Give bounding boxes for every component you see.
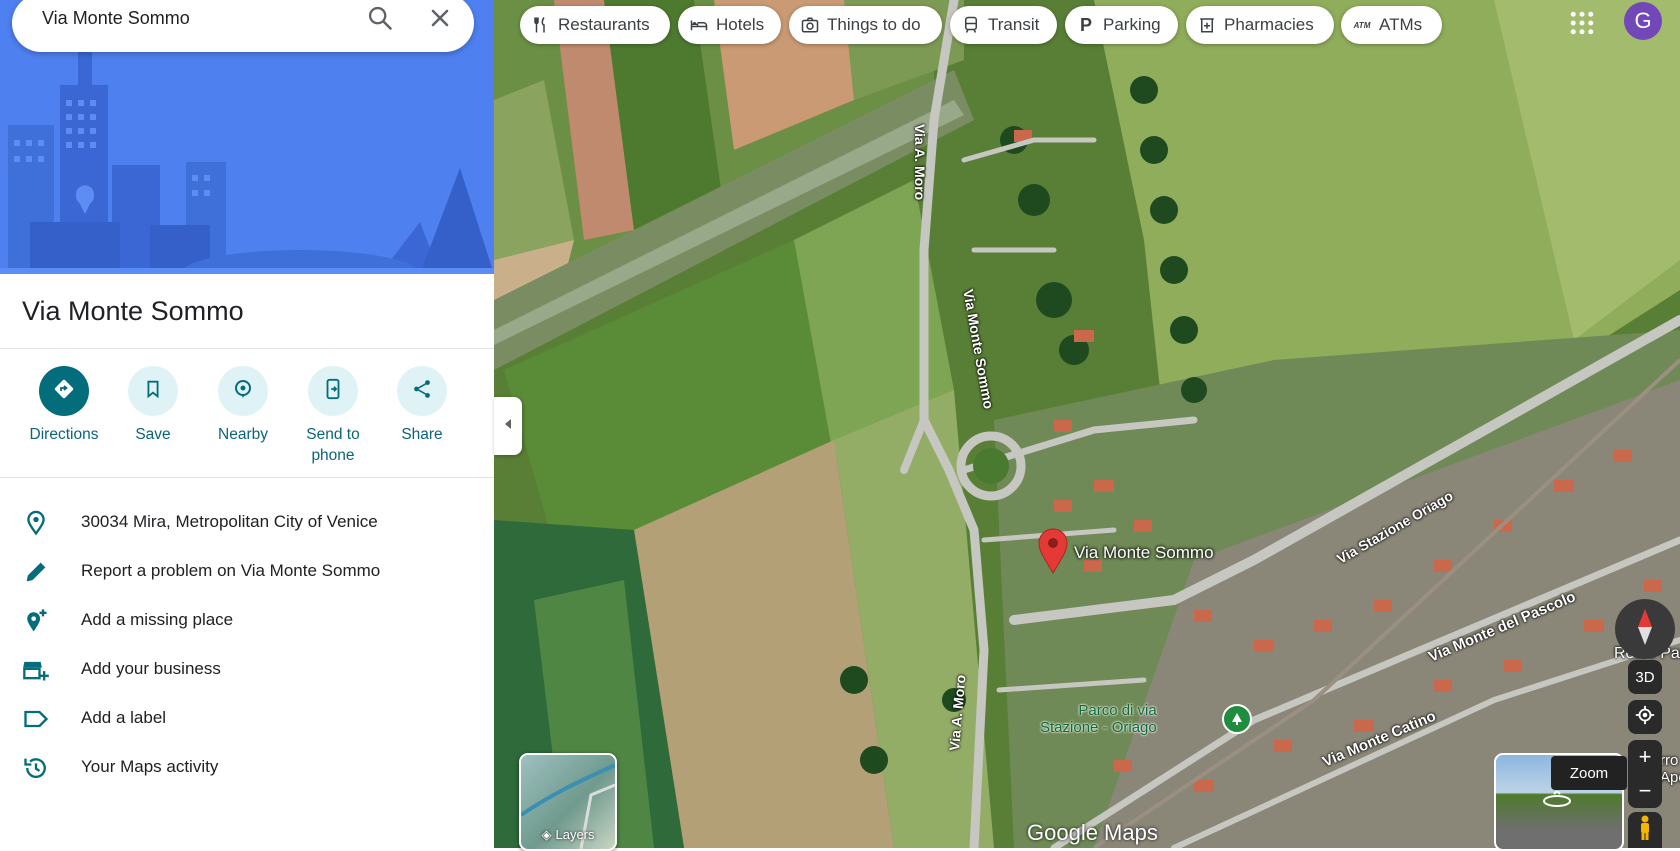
layers-button[interactable]: ◈ Layers bbox=[519, 753, 617, 851]
zoom-tooltip: Zoom bbox=[1551, 756, 1627, 790]
layers-icon: ◈ bbox=[541, 827, 552, 842]
history-icon bbox=[22, 754, 50, 782]
rotate-360-icon bbox=[1542, 789, 1572, 816]
pin-label[interactable]: Via Monte Sommo bbox=[1074, 543, 1214, 563]
send-to-phone-button[interactable]: Send to phone bbox=[288, 366, 378, 466]
location-pin-icon bbox=[22, 509, 50, 537]
park-poi[interactable]: Parco di via Stazione - Oriago bbox=[1040, 702, 1157, 736]
chip-label: ATMs bbox=[1379, 15, 1423, 34]
edge-label: rro Apo bbox=[1660, 752, 1680, 786]
my-location-icon bbox=[1634, 704, 1656, 731]
chip-restaurants[interactable]: Restaurants bbox=[520, 6, 670, 44]
compass-icon bbox=[1635, 607, 1655, 652]
address-text: 30034 Mira, Metropolitan City of Venice bbox=[81, 512, 378, 531]
chevron-left-icon bbox=[503, 417, 513, 435]
chip-label: Parking bbox=[1103, 15, 1161, 34]
share-button[interactable]: Share bbox=[377, 366, 467, 445]
fork-knife-icon bbox=[531, 15, 551, 35]
add-missing-place-text: Add a missing place bbox=[81, 610, 234, 629]
action-label: Directions bbox=[29, 426, 99, 443]
action-label: Nearby bbox=[218, 426, 268, 443]
divider bbox=[0, 348, 494, 349]
search-icon[interactable] bbox=[366, 4, 394, 32]
chip-label: Transit bbox=[988, 15, 1040, 34]
zoom-out-button[interactable]: − bbox=[1628, 774, 1662, 808]
chip-pharmacies[interactable]: Pharmacies bbox=[1186, 6, 1334, 44]
add-business-row[interactable]: Add your business bbox=[0, 646, 494, 692]
share-icon bbox=[411, 378, 433, 405]
directions-icon bbox=[52, 377, 76, 406]
report-problem-text: Report a problem on Via Monte Sommo bbox=[81, 561, 381, 580]
chip-label: Pharmacies bbox=[1224, 15, 1314, 34]
address-row[interactable]: 30034 Mira, Metropolitan City of Venice bbox=[0, 499, 494, 545]
bookmark-icon bbox=[142, 378, 164, 405]
maps-activity-row[interactable]: Your Maps activity bbox=[0, 744, 494, 790]
train-icon bbox=[961, 15, 981, 35]
save-button[interactable]: Save bbox=[108, 366, 198, 445]
my-location-button[interactable] bbox=[1628, 700, 1662, 734]
google-maps-logo: Google Maps bbox=[1027, 820, 1158, 845]
chip-hotels[interactable]: Hotels bbox=[678, 6, 781, 44]
camera-icon bbox=[800, 15, 820, 35]
directions-button[interactable]: Directions bbox=[19, 366, 109, 445]
action-label: Share bbox=[401, 426, 443, 443]
search-input[interactable]: Via Monte Sommo bbox=[42, 8, 190, 29]
send-to-phone-icon bbox=[322, 378, 344, 405]
road-label: Via A. Moro bbox=[912, 124, 928, 201]
avatar[interactable]: G bbox=[1624, 2, 1662, 40]
search-box[interactable]: Via Monte Sommo bbox=[12, 0, 474, 52]
action-label: Send to phone bbox=[306, 426, 360, 464]
layers-label: ◈ Layers bbox=[521, 827, 615, 843]
pharmacy-icon bbox=[1197, 15, 1217, 35]
layers-text: Layers bbox=[555, 827, 595, 842]
report-problem-row[interactable]: Report a problem on Via Monte Sommo bbox=[0, 548, 494, 594]
add-business-text: Add your business bbox=[81, 659, 221, 678]
compass-button[interactable] bbox=[1615, 599, 1675, 659]
nearby-icon bbox=[231, 377, 255, 406]
add-missing-place-row[interactable]: Add a missing place bbox=[0, 597, 494, 643]
add-place-icon bbox=[22, 607, 50, 635]
divider bbox=[0, 477, 494, 478]
chip-label: Restaurants bbox=[558, 15, 650, 34]
pencil-icon bbox=[22, 558, 50, 586]
location-pin-icon[interactable] bbox=[1038, 528, 1068, 574]
nearby-button[interactable]: Nearby bbox=[198, 366, 288, 445]
close-icon[interactable] bbox=[426, 4, 454, 32]
add-business-icon bbox=[22, 656, 50, 684]
chip-things-to-do[interactable]: Things to do bbox=[789, 6, 942, 44]
chip-label: Things to do bbox=[827, 15, 921, 34]
park-label: Parco di via Stazione - Oriago bbox=[1040, 702, 1157, 736]
chip-transit[interactable]: Transit bbox=[950, 6, 1057, 44]
action-label: Save bbox=[135, 426, 171, 443]
page-title: Via Monte Sommo bbox=[22, 296, 244, 326]
zoom-in-button[interactable]: + bbox=[1628, 740, 1662, 774]
atm-icon: ATM bbox=[1353, 20, 1371, 30]
place-panel: Via Monte Sommo Via Monte Sommo Directio… bbox=[0, 0, 494, 848]
satellite-map[interactable]: Via A. Moro Via Monte Sommo Via A. Moro … bbox=[494, 0, 1680, 848]
label-icon bbox=[22, 705, 50, 733]
chip-parking[interactable]: P Parking bbox=[1065, 6, 1178, 44]
3d-toggle-button[interactable]: 3D bbox=[1628, 660, 1662, 694]
collapse-panel-button[interactable] bbox=[494, 397, 522, 455]
parking-icon: P bbox=[1079, 14, 1092, 35]
pegman-icon bbox=[1637, 815, 1653, 846]
pegman-button[interactable] bbox=[1628, 812, 1662, 848]
bed-icon bbox=[689, 15, 709, 35]
maps-activity-text: Your Maps activity bbox=[81, 757, 219, 776]
park-icon[interactable] bbox=[1222, 704, 1252, 734]
apps-grid-icon[interactable] bbox=[1567, 8, 1597, 38]
add-label-text: Add a label bbox=[81, 708, 167, 727]
add-label-row[interactable]: Add a label bbox=[0, 695, 494, 741]
chip-atms[interactable]: ATM ATMs bbox=[1341, 6, 1442, 44]
chip-label: Hotels bbox=[716, 15, 765, 34]
